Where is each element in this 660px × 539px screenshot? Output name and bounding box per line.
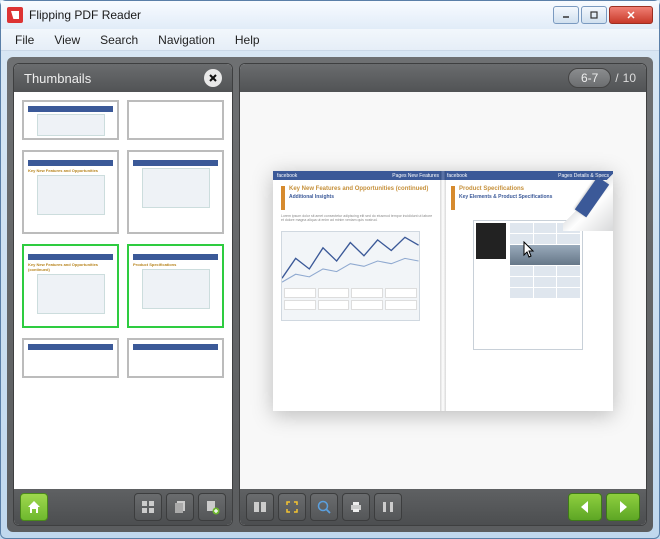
window-title: Flipping PDF Reader: [29, 8, 553, 22]
menu-bar: File View Search Navigation Help: [1, 29, 659, 51]
thumbnail[interactable]: [127, 150, 224, 234]
layout-icon: [252, 499, 268, 515]
thumbnail-current-left[interactable]: Key New Features and Opportunities (cont…: [22, 244, 119, 328]
thumbnail[interactable]: Key New Features and Opportunities: [22, 150, 119, 234]
layout-button[interactable]: [246, 493, 274, 521]
zoom-icon: [316, 499, 332, 515]
home-icon: [26, 499, 42, 515]
grid-icon: [140, 499, 156, 515]
app-icon: [7, 7, 23, 23]
menu-search[interactable]: Search: [90, 31, 148, 49]
prev-page-button[interactable]: [568, 493, 602, 521]
next-icon: [615, 499, 631, 515]
columns-icon: [380, 499, 396, 515]
close-button[interactable]: [609, 6, 653, 24]
maximize-button[interactable]: [581, 6, 607, 24]
thumbnails-title: Thumbnails: [24, 71, 91, 86]
minimize-button[interactable]: [553, 6, 579, 24]
title-bar: Flipping PDF Reader: [1, 1, 659, 29]
thumbnails-header: Thumbnails: [14, 64, 232, 92]
zoom-button[interactable]: [310, 493, 338, 521]
book-spread: facebookPages New Features Key New Featu…: [273, 171, 613, 411]
menu-help[interactable]: Help: [225, 31, 270, 49]
menu-view[interactable]: View: [44, 31, 90, 49]
insights-chart: [281, 231, 420, 321]
menu-navigation[interactable]: Navigation: [148, 31, 225, 49]
add-icon: [204, 499, 220, 515]
page-range-indicator[interactable]: 6-7: [568, 68, 611, 88]
page-total: 10: [623, 71, 636, 85]
thumbnails-toolbar: [14, 489, 232, 525]
add-page-button[interactable]: [198, 493, 226, 521]
page-separator: /: [615, 71, 618, 85]
page-view-panel: 6-7 / 10 facebookPages New Features Key …: [239, 63, 647, 526]
next-page-button[interactable]: [606, 493, 640, 521]
thumbnail[interactable]: [22, 100, 119, 140]
thumbnails-panel: Thumbnails Key New Features and Opportun…: [13, 63, 233, 526]
page-canvas[interactable]: facebookPages New Features Key New Featu…: [240, 92, 646, 489]
spec-preview: [473, 220, 583, 350]
grid-view-button[interactable]: [134, 493, 162, 521]
stack-icon: [172, 499, 188, 515]
columns-button[interactable]: [374, 493, 402, 521]
thumbnail-current-right[interactable]: Product Specifications: [127, 244, 224, 328]
thumbnail[interactable]: [127, 100, 224, 140]
thumbnail[interactable]: [127, 338, 224, 378]
print-icon: [348, 499, 364, 515]
print-button[interactable]: [342, 493, 370, 521]
fit-button[interactable]: [278, 493, 306, 521]
thumbnail[interactable]: [22, 338, 119, 378]
page-left: facebookPages New Features Key New Featu…: [273, 171, 443, 411]
stack-view-button[interactable]: [166, 493, 194, 521]
home-button[interactable]: [20, 493, 48, 521]
fit-icon: [284, 499, 300, 515]
thumbnails-grid[interactable]: Key New Features and Opportunities Key N…: [14, 92, 232, 489]
page-view-header: 6-7 / 10: [240, 64, 646, 92]
page-right: facebookPages Details & Specs Product Sp…: [443, 171, 613, 411]
page-view-toolbar: [240, 489, 646, 525]
close-thumbnails-button[interactable]: [204, 69, 222, 87]
page-curl[interactable]: [563, 171, 613, 231]
main-frame: Thumbnails Key New Features and Opportun…: [7, 57, 653, 532]
prev-icon: [577, 499, 593, 515]
menu-file[interactable]: File: [5, 31, 44, 49]
